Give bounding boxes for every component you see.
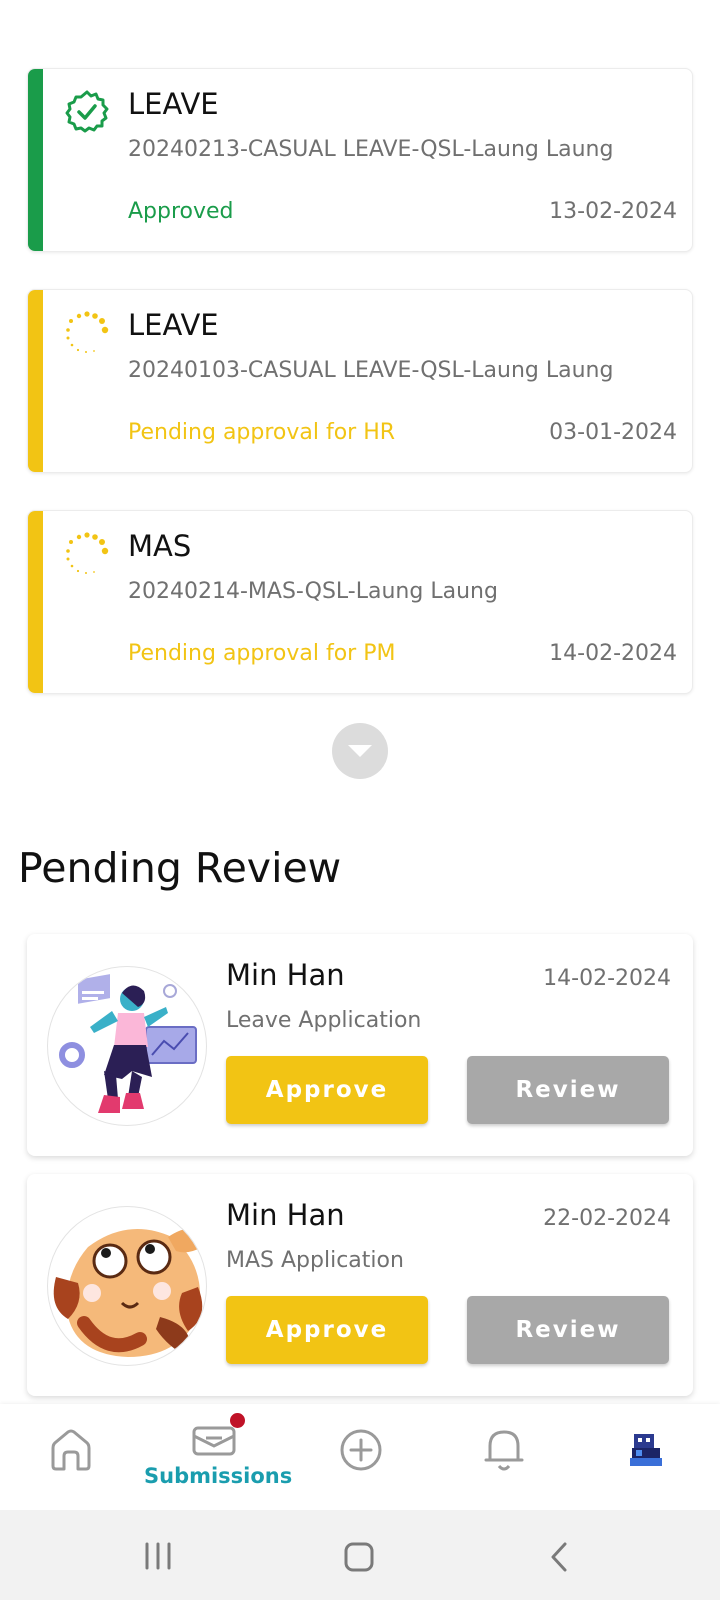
submission-card[interactable]: LEAVE 20240213-CASUAL LEAVE-QSL-Laung La… — [27, 68, 693, 252]
avatar — [47, 966, 207, 1126]
add-circle-icon — [340, 1429, 382, 1471]
nav-submissions[interactable]: Submissions — [138, 1404, 292, 1510]
nav-home[interactable] — [30, 1404, 110, 1510]
submission-type: LEAVE — [128, 87, 219, 121]
chevron-down-icon — [348, 745, 372, 757]
review-card: Min Han 22-02-2024 MAS Application Appro… — [27, 1174, 693, 1396]
request-date: 22-02-2024 — [543, 1206, 671, 1231]
home-icon — [51, 1429, 91, 1471]
status-bar — [28, 511, 43, 693]
back-icon[interactable] — [549, 1541, 569, 1573]
application-type: Leave Application — [226, 1008, 422, 1033]
nav-notifications[interactable] — [464, 1404, 544, 1510]
submission-type: MAS — [128, 529, 192, 563]
requester-name: Min Han — [226, 1198, 345, 1232]
approve-button[interactable]: Approve — [226, 1056, 428, 1124]
submission-card[interactable]: MAS 20240214-MAS-QSL-Laung Laung Pending… — [27, 510, 693, 694]
pending-spinner-icon — [66, 311, 109, 353]
nav-add[interactable] — [320, 1404, 400, 1510]
notification-badge — [230, 1413, 245, 1428]
bottom-nav: Submissions — [0, 1404, 720, 1510]
requester-name: Min Han — [226, 958, 345, 992]
system-nav-bar — [0, 1510, 720, 1600]
submission-ref: 20240214-MAS-QSL-Laung Laung — [128, 579, 498, 604]
mail-icon — [192, 1426, 236, 1456]
cartoon-avatar-icon — [53, 1229, 203, 1357]
submission-status: Pending approval for HR — [128, 420, 396, 445]
review-card: Min Han 14-02-2024 Leave Application App… — [27, 934, 693, 1156]
nav-profile[interactable] — [606, 1404, 686, 1510]
section-title: Pending Review — [18, 844, 342, 892]
submission-ref: 20240103-CASUAL LEAVE-QSL-Laung Laung — [128, 358, 614, 383]
submission-date: 03-01-2024 — [549, 420, 677, 445]
avatar — [47, 1206, 207, 1366]
application-type: MAS Application — [226, 1248, 404, 1273]
status-bar — [28, 290, 43, 472]
status-bar — [28, 69, 43, 251]
request-date: 14-02-2024 — [543, 966, 671, 991]
nav-label: Submissions — [144, 1464, 293, 1488]
expand-more-button[interactable] — [332, 723, 388, 779]
review-button[interactable]: Review — [467, 1056, 669, 1124]
submission-card[interactable]: LEAVE 20240103-CASUAL LEAVE-QSL-Laung La… — [27, 289, 693, 473]
pending-spinner-icon — [66, 532, 109, 574]
submission-status: Pending approval for PM — [128, 641, 396, 666]
approved-badge-icon — [65, 90, 109, 133]
profile-avatar-icon — [630, 1434, 662, 1466]
bell-icon — [484, 1430, 524, 1471]
recents-icon[interactable] — [144, 1542, 172, 1570]
submission-type: LEAVE — [128, 308, 219, 342]
submission-date: 14-02-2024 — [549, 641, 677, 666]
submission-status: Approved — [128, 199, 234, 224]
review-button[interactable]: Review — [467, 1296, 669, 1364]
home-button-icon[interactable] — [343, 1541, 375, 1573]
submission-ref: 20240213-CASUAL LEAVE-QSL-Laung Laung — [128, 137, 614, 162]
illustration-avatar-icon — [59, 974, 197, 1113]
approve-button[interactable]: Approve — [226, 1296, 428, 1364]
submission-date: 13-02-2024 — [549, 199, 677, 224]
